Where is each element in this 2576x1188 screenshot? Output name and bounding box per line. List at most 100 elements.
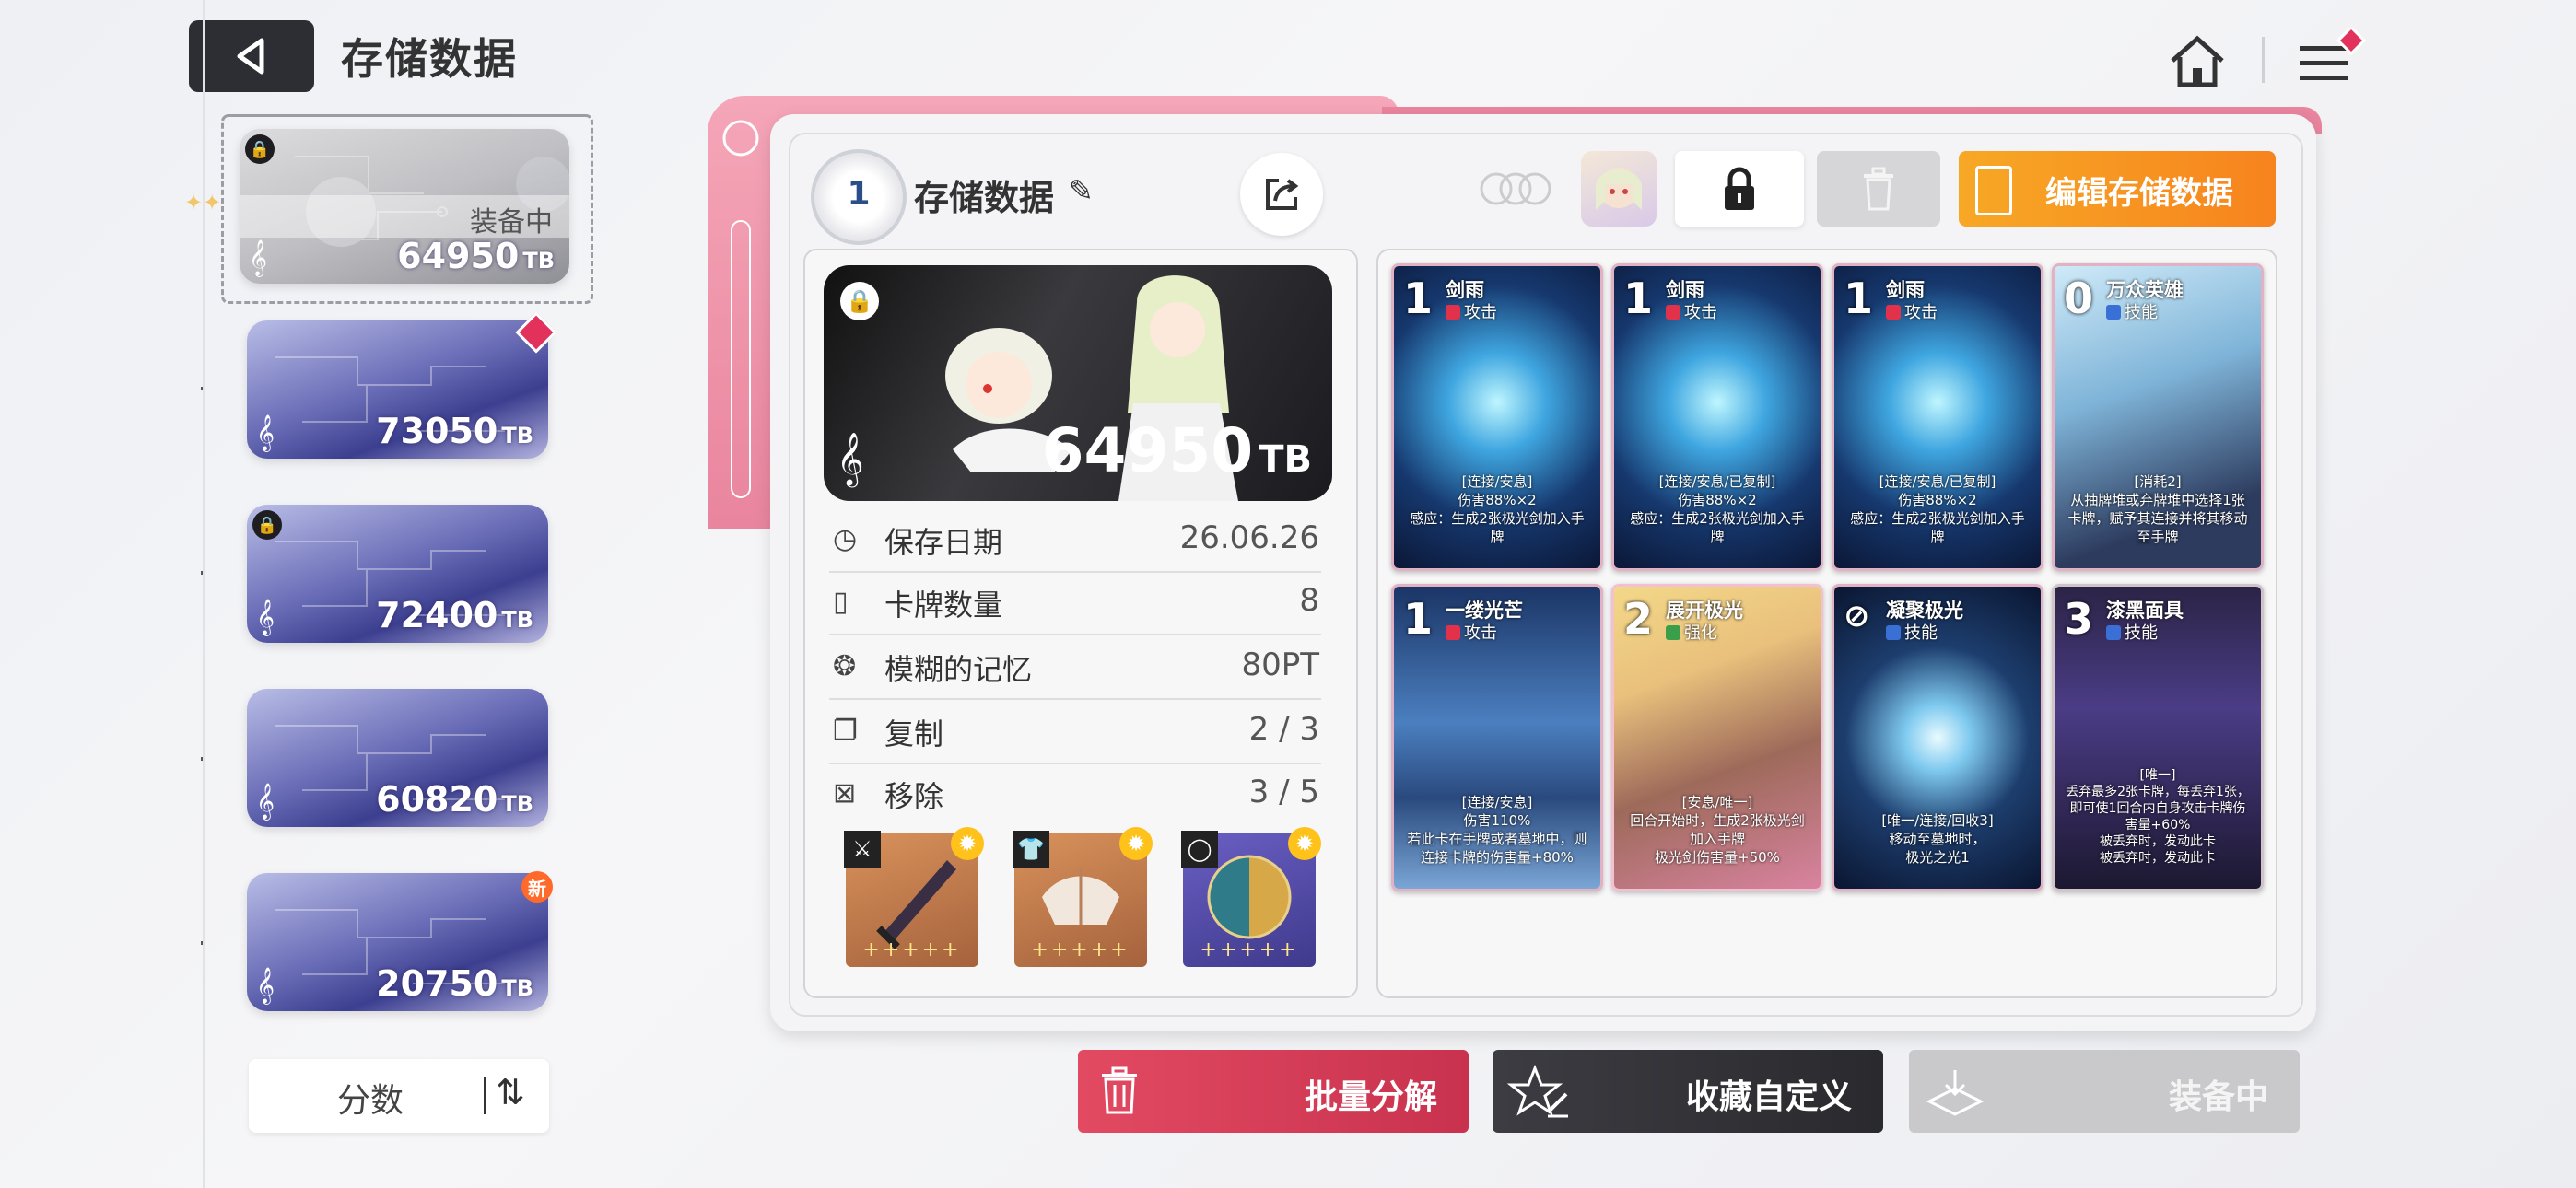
card-type: 技能: [1886, 620, 1938, 644]
menu-icon[interactable]: [2296, 25, 2370, 92]
sword-icon: ⚔: [844, 831, 881, 868]
card-jianyu-2[interactable]: 1 剑雨 攻击 [连接/安息/已复制] 伤害88%×2 感应：生成2张极光剑加入…: [1611, 263, 1823, 571]
deck-slot-5[interactable]: 𝄞 20750 TB: [247, 873, 548, 1011]
card-type: 技能: [2106, 620, 2158, 644]
slot-score-unit: TB: [501, 607, 533, 633]
favorite-custom-button[interactable]: 收藏自定义: [1493, 1050, 1883, 1133]
equipped-label: 装备中: [470, 206, 553, 239]
stat-label: 模糊的记忆: [884, 652, 1033, 687]
favorite-custom-label: 收藏自定义: [1685, 1078, 1852, 1116]
lock-icon: 🔒: [245, 134, 275, 164]
card-type: 攻击: [1446, 299, 1497, 323]
equip-icon: [1926, 1070, 1985, 1116]
card-yilv-guangmang[interactable]: 1 一缕光芒 攻击 [连接/安息] 伤害110% 若此卡在手牌或者墓地中，则连接…: [1391, 584, 1603, 891]
character-portrait: [1596, 168, 1642, 210]
delete-button[interactable]: [1817, 151, 1940, 227]
clock-icon: ◷: [833, 523, 858, 555]
deck-score-unit: TB: [1259, 438, 1312, 481]
equipped-overlay: 装备中: [240, 195, 569, 239]
card-cost: ⊘: [1844, 598, 1870, 635]
stat-value: 26.06.26: [1179, 519, 1319, 556]
card-text: [唯一] 丢弃最多2张卡牌，每丢弃1张，即可使1回合内自身攻击卡牌伤害量+60%…: [2066, 768, 2250, 866]
card-wanzhong-yingxiong[interactable]: 0 万众英雄 技能 [消耗2] 从抽牌堆或弃牌堆中选择1张卡牌，赋予其连接并将其…: [2052, 263, 2264, 571]
equipment-stars: +++++: [1031, 938, 1130, 961]
card-type-label: 攻击: [1904, 303, 1938, 322]
card-type: 攻击: [1666, 299, 1717, 323]
deck-slot-1[interactable]: 装备中 🔒 𝄞 64950 TB: [240, 129, 569, 284]
stat-row-card-count: ▯ 卡牌数量 8: [829, 571, 1321, 635]
share-button[interactable]: [1240, 153, 1323, 236]
stat-label: 复制: [884, 716, 944, 751]
bulk-disassemble-label: 批量分解: [1304, 1078, 1437, 1116]
clef-icon: 𝄞: [249, 239, 268, 276]
card-jianyu-3[interactable]: 1 剑雨 攻击 [连接/安息/已复制] 伤害88%×2 感应：生成2张极光剑加入…: [1832, 263, 2043, 571]
card-cost: 1: [1403, 594, 1434, 644]
stat-row-remove: ⊠ 移除 3 / 5: [829, 763, 1321, 825]
ring-icon: ◯: [1181, 831, 1218, 868]
slot-score: 72400 TB: [376, 595, 533, 635]
slot-score: 64950 TB: [397, 236, 555, 276]
sort-selector[interactable]: 分数 ⇅: [249, 1059, 549, 1133]
avatar-button[interactable]: [1581, 151, 1657, 227]
slot-score-unit: TB: [522, 248, 555, 274]
deck-slot-3[interactable]: 🔒 𝄞 72400 TB: [247, 505, 548, 643]
stat-label: 移除: [884, 779, 944, 814]
card-type-label: 技能: [2125, 303, 2158, 322]
deck-slot-4[interactable]: 𝄞 60820 TB: [247, 689, 548, 827]
slot-score-value: 60820: [376, 779, 498, 820]
slot-score-unit: TB: [501, 975, 533, 1001]
deck-score: 64950 TB: [1042, 415, 1312, 486]
equipment-ring[interactable]: ◯ ✹ +++++: [1181, 827, 1321, 967]
trash-icon: [1864, 167, 1893, 211]
stat-label: 保存日期: [884, 525, 1003, 560]
sort-divider: [484, 1077, 486, 1114]
slot-score: 60820 TB: [376, 779, 533, 820]
trash-icon: [1102, 1066, 1137, 1114]
sun-badge-icon: ✹: [1119, 827, 1153, 860]
remove-icon: ⊠: [833, 777, 857, 809]
card-type-label: 技能: [2125, 623, 2158, 643]
slot-score: 20750 TB: [376, 963, 533, 1004]
stat-row-memory: ❂ 模糊的记忆 80PT: [829, 635, 1321, 700]
stat-value: 80PT: [1241, 646, 1319, 683]
home-icon[interactable]: [2167, 31, 2228, 92]
copy-icon: ❐: [833, 715, 858, 747]
deck-score-value: 64950: [1041, 415, 1254, 486]
card-text: [连接/安息] 伤害110% 若此卡在手牌或者墓地中，则连接卡牌的伤害量+80%: [1407, 794, 1587, 866]
lock-icon: 🔒: [252, 510, 282, 540]
share-icon: [1266, 179, 1299, 210]
edit-deck-button[interactable]: 编辑存储数据: [1959, 151, 2276, 227]
slot-score-unit: TB: [501, 791, 533, 817]
card-zhankai-jiguang[interactable]: 2 展开极光 强化 [安息/唯一] 回合开始时，生成2张极光剑加入手牌 极光剑伤…: [1611, 584, 1823, 891]
rename-pencil-icon[interactable]: ✎: [1069, 173, 1094, 208]
page-title: 存储数据: [341, 34, 518, 84]
sparkle-icon: ✦✦: [184, 190, 222, 215]
side-strip-decoration: [717, 111, 765, 516]
equipment-armor[interactable]: 👕 ✹ +++++: [1013, 827, 1153, 967]
sort-order-icon[interactable]: ⇅: [496, 1072, 525, 1112]
card-cost: 1: [1403, 274, 1434, 323]
card-text: [连接/安息/已复制] 伤害88%×2 感应：生成2张极光剑加入手牌: [1850, 473, 2025, 545]
edit-card-icon: [1975, 166, 2012, 215]
card-cost: 1: [1623, 274, 1654, 323]
slot-score-value: 72400: [376, 595, 498, 635]
bulk-disassemble-button[interactable]: 批量分解: [1078, 1050, 1469, 1133]
card-type: 强化: [1666, 620, 1717, 644]
card-qihei-mianju[interactable]: 3 漆黑面具 技能 [唯一] 丢弃最多2张卡牌，每丢弃1张，即可使1回合内自身攻…: [2052, 584, 2264, 891]
header-divider: [2262, 37, 2265, 83]
stat-value: 3 / 5: [1248, 774, 1319, 810]
star-edit-icon: [1507, 1065, 1568, 1118]
equip-button[interactable]: 装备中: [1909, 1050, 2300, 1133]
deck-slot-2[interactable]: 𝄞 73050 TB: [247, 320, 548, 459]
lock-button[interactable]: [1675, 151, 1804, 227]
deck-number: 1: [847, 175, 871, 213]
equipment-weapon[interactable]: ⚔ ✹ +++++: [844, 827, 984, 967]
card-jianyu-1[interactable]: 1 剑雨 攻击 [连接/安息] 伤害88%×2 感应：生成2张极光剑加入手牌: [1391, 263, 1603, 571]
slot-score-value: 64950: [397, 236, 520, 276]
card-text: [连接/安息] 伤害88%×2 感应：生成2张极光剑加入手牌: [1410, 473, 1585, 545]
card-ningju-jiguang[interactable]: ⊘ 凝聚极光 技能 [唯一/连接/回收3] 移动至墓地时， 极光之光1: [1832, 584, 2043, 891]
sort-label: 分数: [337, 1082, 404, 1120]
sun-badge-icon: ✹: [951, 827, 984, 860]
back-button[interactable]: [189, 20, 314, 92]
card-text: [连接/安息/已复制] 伤害88%×2 感应：生成2张极光剑加入手牌: [1630, 473, 1805, 545]
